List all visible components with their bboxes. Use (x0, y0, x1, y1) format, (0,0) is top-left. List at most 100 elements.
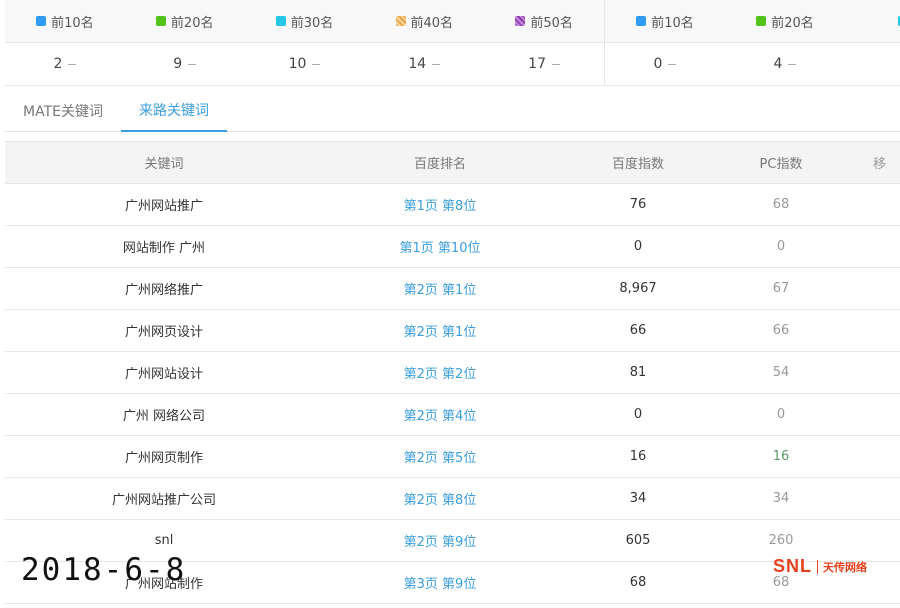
keyword-cell: 广州 网络公司 (5, 393, 323, 436)
count-value: 2 (53, 56, 63, 72)
rank-link[interactable]: 第1页 第10位 (323, 225, 557, 268)
trend-flat-icon (188, 63, 197, 65)
table-row: 广州网页制作 第2页 第5位 16 16 (5, 435, 900, 478)
baidu-index-cell: 0 (557, 225, 719, 268)
count-value: 14 (408, 56, 427, 72)
header-keyword[interactable]: 关键词 (5, 141, 323, 184)
header-mobile-index[interactable]: 移 (843, 141, 900, 184)
tab-mate-keywords[interactable]: MATE关键词 (5, 90, 121, 132)
square-blue-icon (36, 16, 47, 26)
pc-index-cell: 66 (719, 309, 843, 352)
mobile-index-cell (843, 267, 900, 310)
legend-top10: 前10名 (605, 0, 725, 42)
legend-label: 前50名 (530, 15, 573, 31)
baidu-index-cell: 81 (557, 351, 719, 394)
tab-referral-keywords[interactable]: 来路关键词 (120, 90, 227, 132)
baidu-index-cell: 68 (557, 561, 719, 604)
legend-label: 前40名 (410, 15, 454, 31)
rank-link[interactable]: 第1页 第8位 (323, 183, 557, 226)
legend-label: 前10名 (51, 15, 94, 31)
keyword-cell: 广州网页设计 (5, 309, 323, 352)
rank-count-top20: 9 (125, 43, 245, 85)
header-baidu-index[interactable]: 百度指数 (557, 141, 719, 184)
rank-link[interactable]: 第3页 第9位 (323, 561, 557, 604)
rank-count-top10: 2 (5, 43, 125, 85)
table-row: 广州 网络公司 第2页 第4位 0 0 (5, 393, 900, 436)
table-row: 广州网站设计 第2页 第2位 81 54 (5, 351, 900, 394)
mobile-index-cell (843, 183, 900, 226)
rank-summary: 前10名 前20名 前30名 前40名 前50名 2 9 10 14 17 前1… (5, 0, 900, 86)
keyword-cell: 广州网站设计 (5, 351, 323, 394)
legend-top50: 前50名 (484, 0, 604, 42)
keyword-table: 关键词 百度排名 百度指数 PC指数 移 广州网站推广 第1页 第8位 76 6… (5, 141, 900, 604)
mobile-index-cell (843, 309, 900, 352)
square-green-icon (155, 16, 166, 26)
keyword-cell: 广州网站推广 (5, 183, 323, 226)
rank-values-row: 0 4 7 (605, 43, 900, 85)
legend-label: 前20名 (771, 15, 814, 31)
pc-index-cell: 0 (719, 393, 843, 436)
rank-link[interactable]: 第2页 第8位 (323, 477, 557, 520)
baidu-index-cell: 605 (557, 519, 719, 562)
square-orange-hatched-icon (395, 16, 406, 26)
pc-index-cell: 54 (719, 351, 843, 394)
keyword-cell: 广州网页制作 (5, 435, 323, 478)
pc-index-cell: 68 (719, 183, 843, 226)
rank-panel-left: 前10名 前20名 前30名 前40名 前50名 2 9 10 14 17 (5, 0, 605, 85)
baidu-index-cell: 76 (557, 183, 719, 226)
square-cyan-icon (275, 16, 286, 26)
baidu-index-cell: 0 (557, 393, 719, 436)
legend-label: 前20名 (170, 15, 214, 31)
pc-index-cell: 16 (719, 435, 843, 478)
pc-index-cell: 0 (719, 225, 843, 268)
mobile-index-cell (843, 225, 900, 268)
baidu-index-cell: 34 (557, 477, 719, 520)
mobile-index-cell (843, 435, 900, 478)
rank-values-row: 2 9 10 14 17 (5, 43, 604, 85)
square-blue-icon (636, 16, 647, 26)
legend-top20: 前20名 (725, 0, 845, 42)
rank-count-top20: 4 (725, 43, 845, 85)
watermark-logo: SNL 天传网络 (773, 556, 867, 577)
rank-link[interactable]: 第2页 第1位 (323, 309, 557, 352)
legend-label: 前10名 (651, 15, 694, 31)
legend-top30 (845, 0, 900, 42)
keyword-cell: 网站制作 广州 (5, 225, 323, 268)
rank-count-top10: 0 (605, 43, 725, 85)
table-row: 广州网页设计 第2页 第1位 66 66 (5, 309, 900, 352)
header-pc-index[interactable]: PC指数 (719, 141, 843, 184)
rank-count-top30: 10 (245, 43, 365, 85)
trend-flat-icon (312, 63, 321, 65)
trend-flat-icon (432, 63, 441, 65)
square-green-icon (756, 16, 767, 26)
legend-top20: 前20名 (125, 0, 245, 42)
header-baidu-rank[interactable]: 百度排名 (323, 141, 557, 184)
mobile-index-cell (843, 351, 900, 394)
rank-link[interactable]: 第2页 第2位 (323, 351, 557, 394)
table-row: 网站制作 广州 第1页 第10位 0 0 (5, 225, 900, 268)
count-value: 10 (288, 56, 307, 72)
pc-index-cell: 67 (719, 267, 843, 310)
count-value: 4 (773, 56, 783, 72)
rank-count-top50: 17 (484, 43, 604, 85)
keyword-tabs: MATE关键词 来路关键词 (5, 90, 900, 132)
trend-flat-icon (668, 63, 677, 65)
rank-legend-row: 前10名 前20名 (605, 0, 900, 43)
trend-flat-icon (552, 63, 560, 65)
rank-link[interactable]: 第2页 第9位 (323, 519, 557, 562)
rank-link[interactable]: 第2页 第4位 (323, 393, 557, 436)
table-row: 广州网站推广 第1页 第8位 76 68 (5, 183, 900, 226)
rank-count-top40: 14 (364, 43, 484, 85)
pc-index-cell: 34 (719, 477, 843, 520)
legend-label: 前30名 (290, 15, 334, 31)
baidu-index-cell: 8,967 (557, 267, 719, 310)
rank-link[interactable]: 第2页 第5位 (323, 435, 557, 478)
rank-count-top30: 7 (845, 43, 900, 85)
square-purple-hatched-icon (515, 16, 526, 26)
mobile-index-cell (843, 393, 900, 436)
mobile-index-cell (843, 477, 900, 520)
table-row: 广州网站推广公司 第2页 第8位 34 34 (5, 477, 900, 520)
count-value: 9 (173, 56, 183, 72)
legend-top10: 前10名 (5, 0, 125, 42)
rank-link[interactable]: 第2页 第1位 (323, 267, 557, 310)
